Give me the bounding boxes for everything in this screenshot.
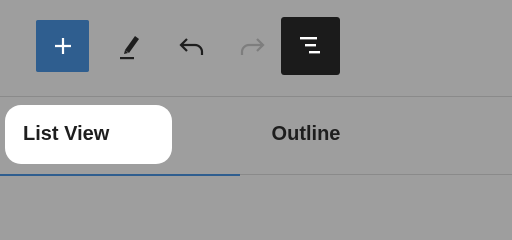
tab-underline: [240, 174, 512, 175]
pencil-icon: [120, 36, 139, 60]
panel-tabs: List View Outline: [0, 97, 512, 210]
plus-icon: [54, 38, 71, 54]
redo-icon: [240, 38, 265, 55]
tab-list-view-label: List View: [23, 123, 110, 145]
redo-button[interactable]: [232, 28, 272, 64]
tab-outline-label: Outline: [271, 123, 341, 145]
active-tab-indicator: [0, 174, 240, 176]
tab-outline[interactable]: Outline: [240, 105, 512, 164]
add-block-button[interactable]: [36, 20, 89, 72]
tab-list-view[interactable]: List View: [5, 105, 172, 164]
editor-toolbar: [0, 0, 512, 96]
edit-tool-button[interactable]: [112, 28, 148, 64]
undo-icon: [179, 38, 204, 55]
document-overview-button[interactable]: [281, 17, 340, 75]
document-overview-icon: [299, 37, 320, 54]
undo-button[interactable]: [172, 28, 212, 64]
